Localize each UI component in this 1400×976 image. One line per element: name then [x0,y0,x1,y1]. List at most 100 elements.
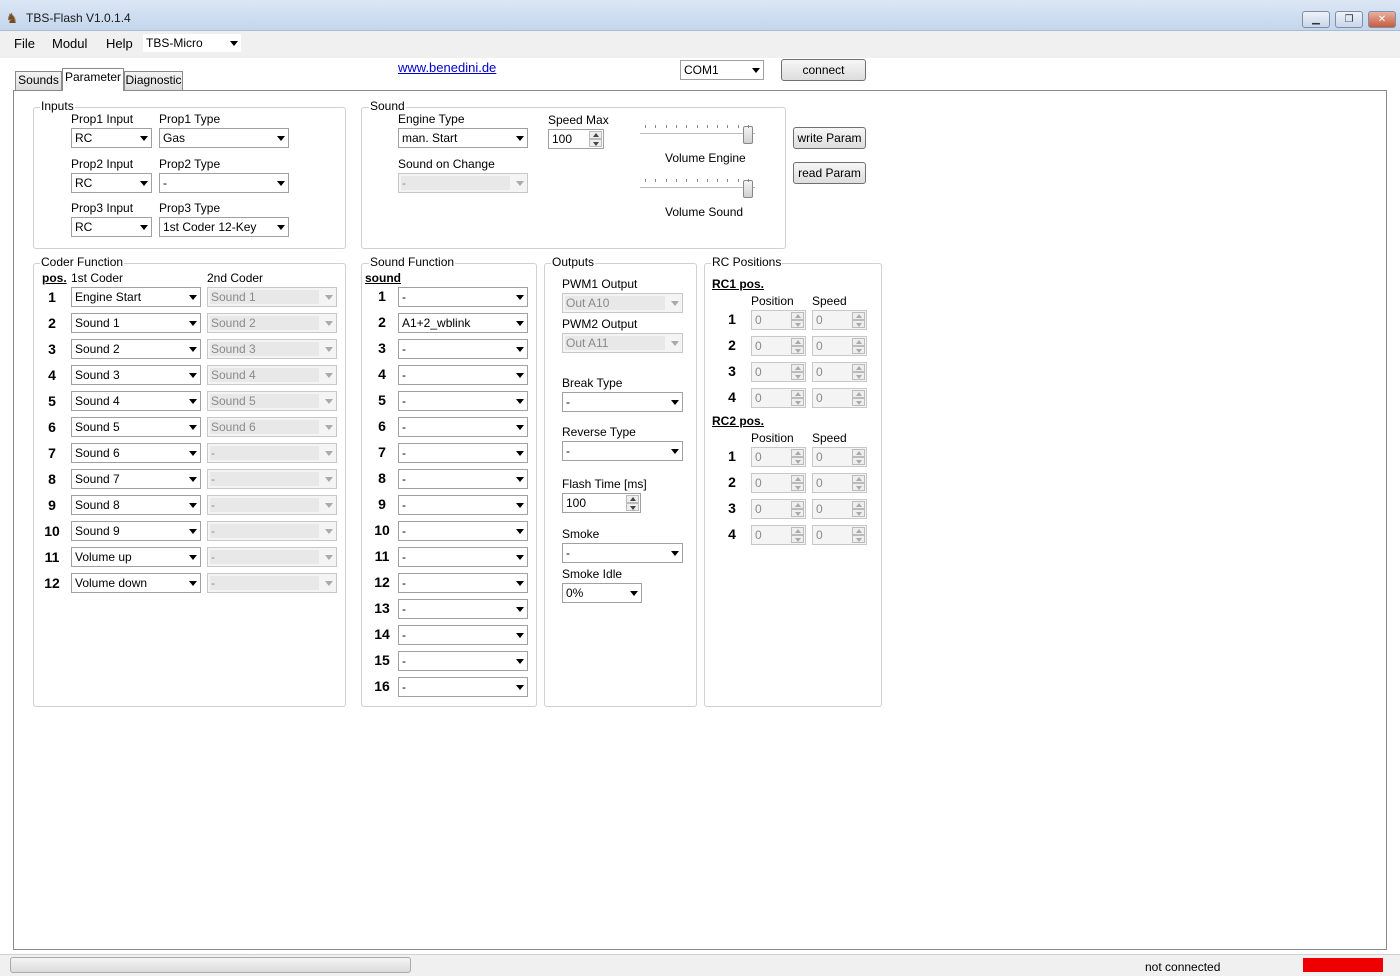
spin-up-icon[interactable] [791,527,804,535]
sound-function-select[interactable]: - [398,599,528,619]
tab-sounds[interactable]: Sounds [15,71,62,90]
spin-down-icon[interactable] [852,457,865,465]
position-spinner[interactable]: 0 [751,336,806,356]
first-coder-select[interactable]: Sound 7 [71,469,201,489]
second-coder-select[interactable]: Sound 1 [207,287,337,307]
volume-engine-slider[interactable] [640,123,755,145]
spin-up-icon[interactable] [791,338,804,346]
spin-up-icon[interactable] [852,312,865,320]
first-coder-select[interactable]: Sound 9 [71,521,201,541]
device-select[interactable]: TBS-Micro [142,33,242,53]
spin-up-icon[interactable] [852,475,865,483]
spin-down-icon[interactable] [791,346,804,354]
spin-up-icon[interactable] [791,390,804,398]
second-coder-select[interactable]: Sound 6 [207,417,337,437]
sound-function-select[interactable]: - [398,495,528,515]
sound-function-select[interactable]: - [398,677,528,697]
position-spinner[interactable]: 0 [751,473,806,493]
sound-function-select[interactable]: - [398,651,528,671]
close-button[interactable]: ✕ [1368,11,1396,28]
tab-diagnostic[interactable]: Diagnostic [124,71,183,90]
second-coder-select[interactable]: - [207,547,337,567]
speed-spinner[interactable]: 0 [812,447,867,467]
first-coder-select[interactable]: Sound 3 [71,365,201,385]
smoke-idle-select[interactable]: 0% [562,583,642,603]
spin-down-icon[interactable] [852,483,865,491]
spin-down-icon[interactable] [852,320,865,328]
spin-up-icon[interactable] [852,501,865,509]
second-coder-select[interactable]: - [207,521,337,541]
spin-down-icon[interactable] [852,509,865,517]
second-coder-select[interactable]: Sound 3 [207,339,337,359]
sound-function-select[interactable]: - [398,443,528,463]
prop3-type-select[interactable]: 1st Coder 12-Key [159,217,289,237]
minimize-button[interactable]: ▁ [1302,11,1330,28]
first-coder-select[interactable]: Volume up [71,547,201,567]
sound-function-select[interactable]: A1+2_wblink [398,313,528,333]
prop2-type-select[interactable]: - [159,173,289,193]
sound-function-select[interactable]: - [398,287,528,307]
prop3-input-select[interactable]: RC [71,217,152,237]
position-spinner[interactable]: 0 [751,310,806,330]
prop1-type-select[interactable]: Gas [159,128,289,148]
speed-spinner[interactable]: 0 [812,336,867,356]
spin-up-icon[interactable] [852,390,865,398]
first-coder-select[interactable]: Sound 2 [71,339,201,359]
spin-down-icon[interactable] [852,398,865,406]
sound-function-select[interactable]: - [398,339,528,359]
speed-spinner[interactable]: 0 [812,362,867,382]
speed-spinner[interactable]: 0 [812,525,867,545]
speed-spinner[interactable]: 0 [812,388,867,408]
slider-thumb[interactable] [743,180,753,198]
second-coder-select[interactable]: - [207,495,337,515]
read-param-button[interactable]: read Param [793,162,866,184]
sound-function-select[interactable]: - [398,391,528,411]
spin-up-icon[interactable] [852,338,865,346]
com-port-select[interactable]: COM1 [680,60,764,80]
spin-up-icon[interactable] [852,527,865,535]
first-coder-select[interactable]: Volume down [71,573,201,593]
sound-function-select[interactable]: - [398,625,528,645]
slider-thumb[interactable] [743,126,753,144]
menu-modul[interactable]: Modul [52,36,87,51]
pwm2-select[interactable]: Out A11 [562,333,683,353]
engine-type-select[interactable]: man. Start [398,128,528,148]
menu-help[interactable]: Help [106,36,133,51]
restore-button[interactable]: ❐ [1335,11,1363,28]
sound-function-select[interactable]: - [398,547,528,567]
benedini-link[interactable]: www.benedini.de [398,60,496,75]
spin-up-icon[interactable] [852,449,865,457]
spin-up-icon[interactable] [791,364,804,372]
first-coder-select[interactable]: Engine Start [71,287,201,307]
second-coder-select[interactable]: - [207,469,337,489]
sound-on-change-select[interactable]: - [398,173,528,193]
spin-up-icon[interactable] [791,312,804,320]
spin-down-icon[interactable] [791,372,804,380]
position-spinner[interactable]: 0 [751,447,806,467]
position-spinner[interactable]: 0 [751,388,806,408]
smoke-select[interactable]: - [562,543,683,563]
pwm1-select[interactable]: Out A10 [562,293,683,313]
menu-file[interactable]: File [14,36,35,51]
second-coder-select[interactable]: Sound 4 [207,365,337,385]
first-coder-select[interactable]: Sound 6 [71,443,201,463]
spin-down-icon[interactable] [852,372,865,380]
spin-down-icon[interactable] [791,398,804,406]
position-spinner[interactable]: 0 [751,525,806,545]
spin-up-icon[interactable] [791,501,804,509]
second-coder-select[interactable]: Sound 5 [207,391,337,411]
spin-down-icon[interactable] [852,535,865,543]
spin-up-icon[interactable] [852,364,865,372]
spin-down-icon[interactable] [791,457,804,465]
sound-function-select[interactable]: - [398,417,528,437]
connect-button[interactable]: connect [781,59,866,81]
position-spinner[interactable]: 0 [751,362,806,382]
spin-down-icon[interactable] [852,346,865,354]
spin-down-icon[interactable] [589,139,602,147]
second-coder-select[interactable]: - [207,443,337,463]
position-spinner[interactable]: 0 [751,499,806,519]
spin-up-icon[interactable] [791,449,804,457]
first-coder-select[interactable]: Sound 1 [71,313,201,333]
spin-down-icon[interactable] [791,320,804,328]
second-coder-select[interactable]: - [207,573,337,593]
